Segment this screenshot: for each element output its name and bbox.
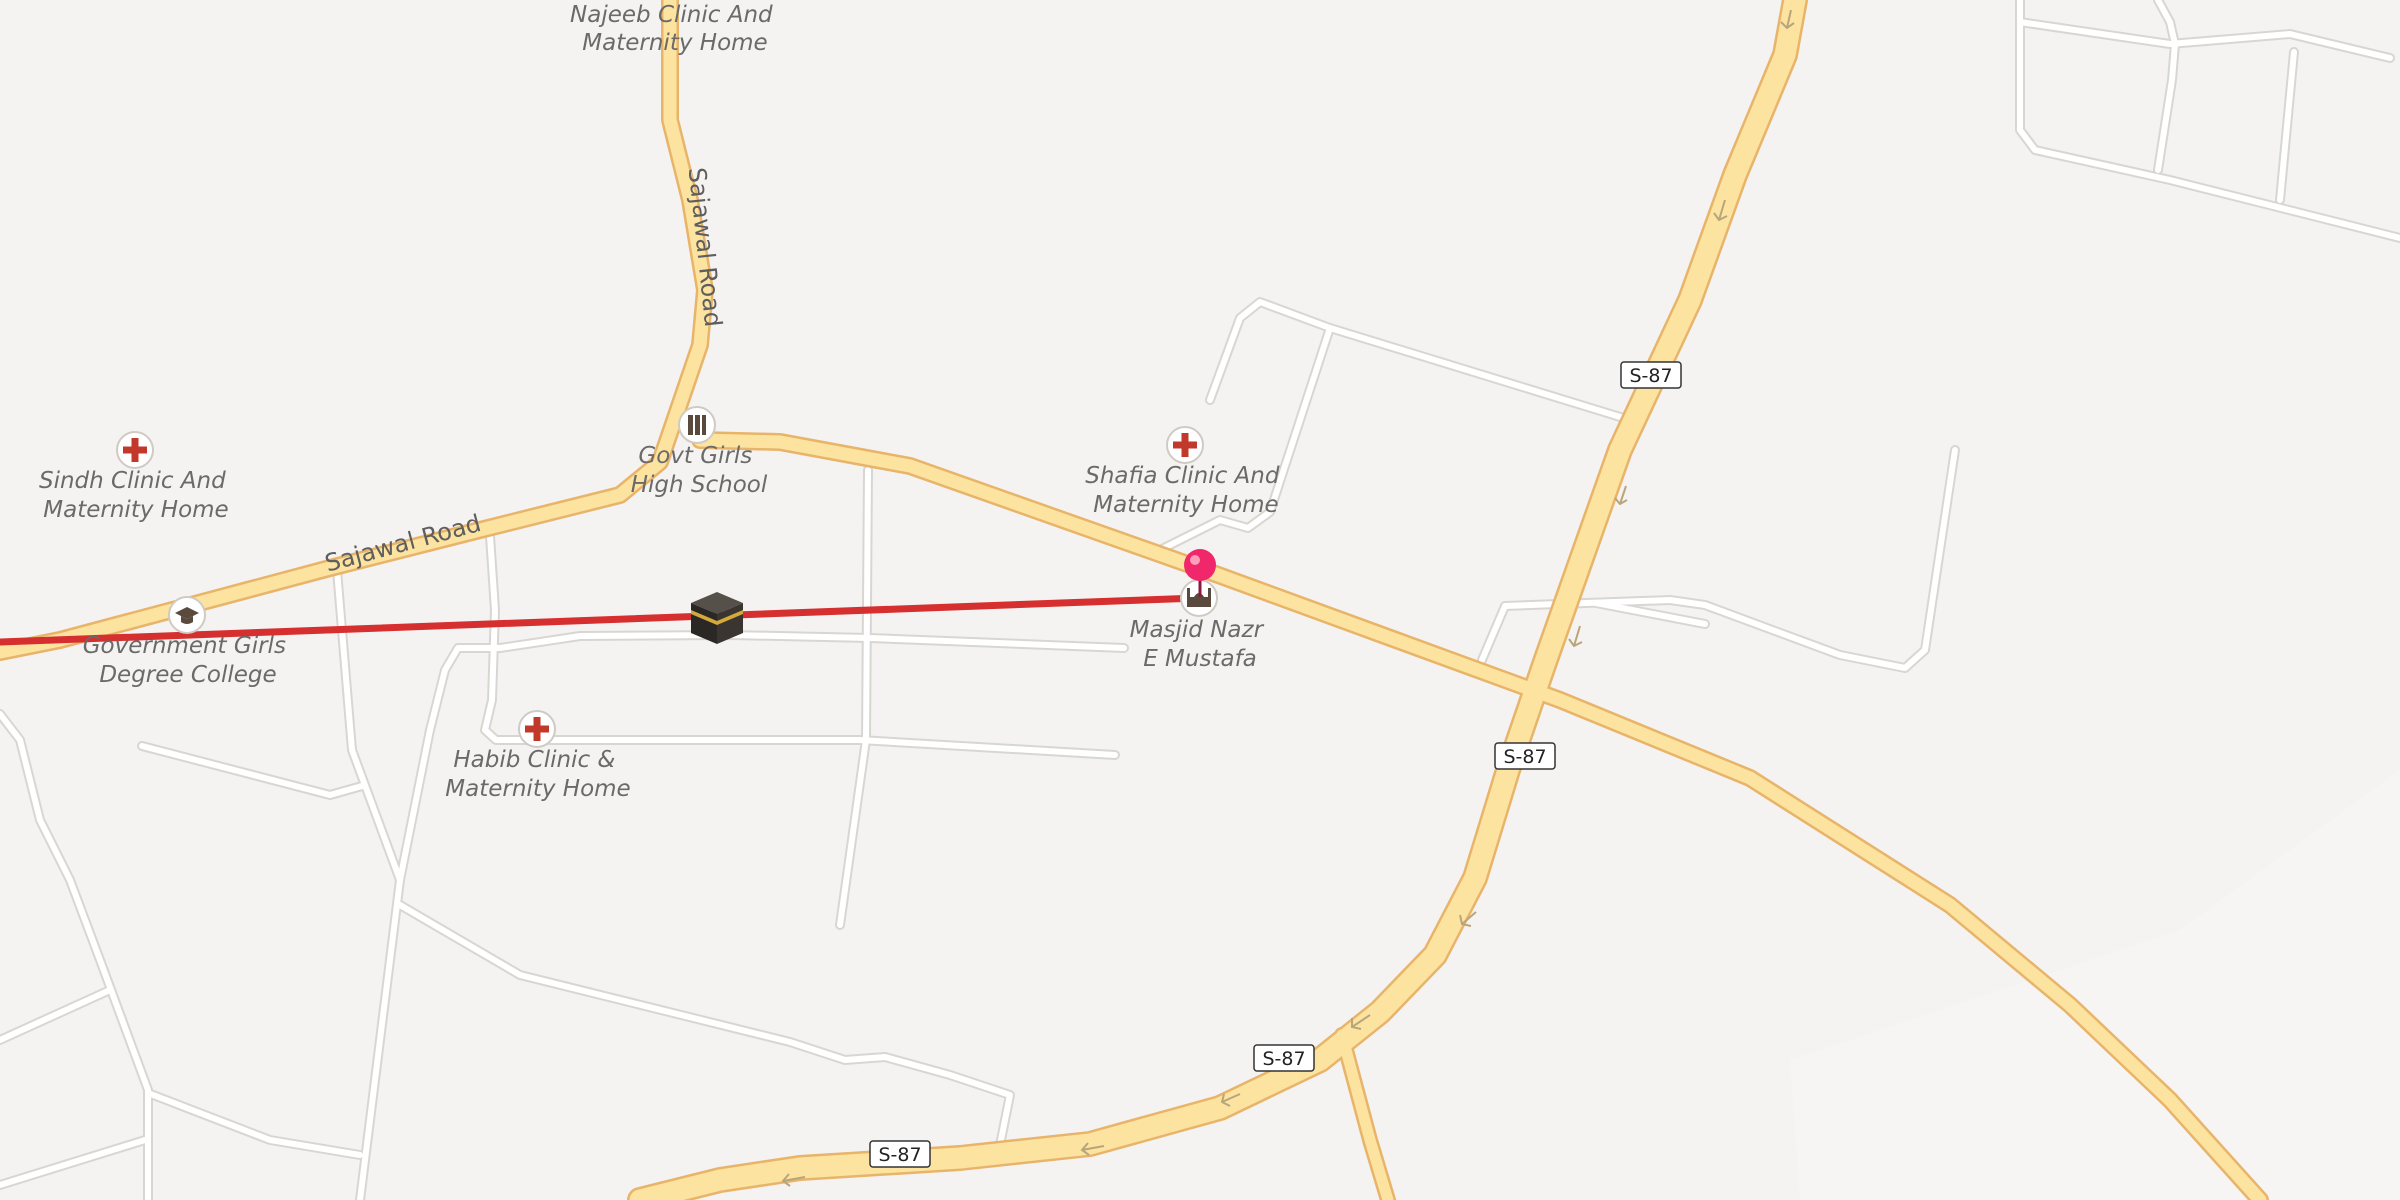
- map-canvas[interactable]: Sajawal Road Sajawal Road S-87 S-87 S-87…: [0, 0, 2400, 1200]
- hospital-cross-icon: [116, 431, 154, 469]
- highway-shield: S-87: [1620, 361, 1682, 389]
- highway-shield-label: S-87: [1262, 1048, 1305, 1070]
- hospital-cross-icon: [518, 710, 556, 748]
- highway-shield: S-87: [1253, 1044, 1315, 1072]
- school-icon: [678, 406, 716, 444]
- highway-shield: S-87: [1494, 742, 1556, 770]
- graduation-cap-icon: [168, 596, 206, 634]
- highway-shield-label: S-87: [1629, 365, 1672, 387]
- kaaba-icon[interactable]: [691, 592, 743, 644]
- highway-shield: S-87: [869, 1140, 931, 1168]
- hospital-cross-icon: [1166, 426, 1204, 464]
- highway-shield-label: S-87: [1503, 746, 1546, 768]
- highway-shield-label: S-87: [878, 1144, 921, 1166]
